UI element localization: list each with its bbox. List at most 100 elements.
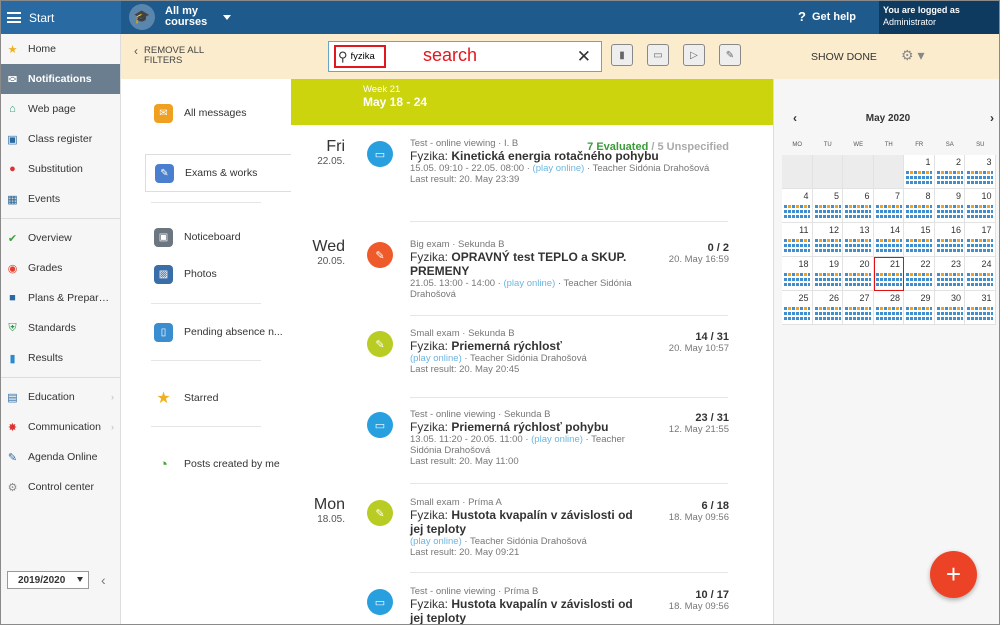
person-icon: ● — [9, 163, 16, 175]
sidebar-item-plans[interactable]: ■ Plans & Prepar… — [1, 283, 120, 313]
calendar-day[interactable]: 5 — [812, 189, 843, 223]
day-number: 13 — [859, 225, 870, 235]
type-starred[interactable]: ★ Starred — [121, 380, 291, 416]
calendar-day[interactable]: 19 — [812, 257, 843, 291]
calendar-day[interactable]: 3 — [965, 155, 996, 189]
add-button[interactable]: + — [930, 551, 977, 598]
board-icon[interactable]: ▭ — [647, 44, 669, 66]
event-marker — [967, 249, 993, 252]
calendar-day[interactable]: 26 — [812, 291, 843, 325]
divider — [151, 360, 261, 361]
calendar-day[interactable]: 15 — [904, 223, 935, 257]
user-info[interactable]: You are logged as Administrator — [879, 1, 999, 34]
calendar-day[interactable]: 10 — [965, 189, 996, 223]
presentation-icon[interactable]: ▷ — [683, 44, 705, 66]
type-noticeboard[interactable]: ▣ Noticeboard — [121, 219, 291, 255]
event-marker — [845, 273, 871, 276]
sidebar-item-substitution[interactable]: ● Substitution — [1, 154, 120, 184]
event-marker — [845, 283, 871, 286]
sidebar-item-web-page[interactable]: ⌂ Web page — [1, 94, 120, 124]
show-done-button[interactable]: SHOW DONE — [811, 51, 877, 63]
calendar-day[interactable]: 1 — [904, 155, 935, 189]
calendar-day[interactable]: 22 — [904, 257, 935, 291]
type-pending-absence[interactable]: ▯ Pending absence n... — [121, 314, 291, 350]
search-input[interactable] — [350, 51, 379, 62]
calendar-day[interactable]: 9 — [934, 189, 965, 223]
photo-icon: ▨ — [154, 264, 173, 284]
sidebar-item-agenda-online[interactable]: ✎ Agenda Online — [1, 442, 120, 472]
sidebar-divider — [1, 377, 120, 378]
play-online-link[interactable]: (play online) — [410, 353, 462, 364]
day-number: 10 — [981, 191, 992, 201]
event-marker — [906, 317, 932, 320]
divider — [410, 397, 728, 398]
notes-icon[interactable]: ✎ — [719, 44, 741, 66]
score-date: 18. May 09:56 — [668, 601, 729, 612]
calendar-day[interactable]: 21 — [873, 257, 904, 291]
calendar-day[interactable]: 25 — [782, 291, 813, 325]
sidebar-item-notifications[interactable]: ✉ Notifications — [1, 64, 120, 94]
get-help-button[interactable]: ? Get help — [798, 9, 856, 24]
star-icon: ★ — [7, 43, 18, 56]
subject: Fyzika: — [410, 339, 449, 353]
calendar-day[interactable]: 17 — [965, 223, 996, 257]
event-marker — [936, 283, 963, 286]
sidebar-item-home[interactable]: ★ Home — [1, 34, 120, 64]
event-marker — [936, 273, 963, 276]
collapse-sidebar-icon[interactable]: ‹ — [101, 572, 106, 588]
sidebar-item-results[interactable]: ▮ Results — [1, 343, 120, 373]
type-posts-created[interactable]: ◔ Posts created by me — [121, 446, 291, 482]
type-photos[interactable]: ▨ Photos — [121, 255, 291, 293]
sidebar-item-class-register[interactable]: ▣ Class register — [1, 124, 120, 154]
sidebar-item-grades[interactable]: ◉ Grades — [1, 253, 120, 283]
calendar-day[interactable]: 7 — [873, 189, 904, 223]
calendar-day[interactable]: 11 — [782, 223, 813, 257]
bar-chart-icon: ▮ — [9, 352, 16, 365]
calendar-day[interactable]: 4 — [782, 189, 813, 223]
school-year-select[interactable]: 2019/2020 — [7, 571, 89, 589]
start-menu-button[interactable]: Start — [1, 1, 121, 34]
type-exams-works[interactable]: ✎ Exams & works — [145, 154, 291, 192]
calendar-day[interactable]: 28 — [873, 291, 904, 325]
calendar-day[interactable]: 13 — [843, 223, 874, 257]
message-title: Fyzika: Hustota kvapalín v závislosti od… — [410, 597, 645, 624]
calendar-day[interactable]: 20 — [843, 257, 874, 291]
sidebar-item-standards[interactable]: ⛨ Standards — [1, 313, 120, 343]
type-all-messages[interactable]: ✉ All messages — [121, 95, 291, 131]
play-online-link[interactable]: (play online) — [410, 536, 462, 547]
remove-all-filters-button[interactable]: ‹ REMOVE ALL FILTERS — [134, 45, 204, 66]
calendar-day[interactable]: 6 — [843, 189, 874, 223]
calendar-day[interactable]: 16 — [934, 223, 965, 257]
calendar-day[interactable]: 24 — [965, 257, 996, 291]
calendar-day[interactable]: 12 — [812, 223, 843, 257]
sidebar-item-events[interactable]: ▦ Events — [1, 184, 120, 214]
settings-gear-icon[interactable]: ⚙ ▾ — [901, 47, 924, 64]
event-marker — [967, 273, 993, 276]
calendar-day[interactable]: 29 — [904, 291, 935, 325]
play-online-link[interactable]: (play online) — [531, 434, 583, 445]
next-month-icon[interactable]: › — [990, 111, 994, 125]
pen-icon: ✎ — [7, 451, 18, 464]
calendar-day[interactable]: 2 — [934, 155, 965, 189]
type-label: Photos — [184, 268, 217, 280]
sidebar-item-control-center[interactable]: ⚙ Control center — [1, 472, 120, 502]
sidebar-item-education[interactable]: ▤ Education › — [1, 382, 120, 412]
event-markers — [784, 239, 810, 254]
calendar-day[interactable]: 23 — [934, 257, 965, 291]
calendar-day[interactable]: 27 — [843, 291, 874, 325]
sidebar-item-communication[interactable]: ✸ Communication › — [1, 412, 120, 442]
calendar-day[interactable]: 8 — [904, 189, 935, 223]
calendar-day[interactable]: 30 — [934, 291, 965, 325]
sidebar-item-overview[interactable]: ✔ Overview — [1, 223, 120, 253]
event-marker — [967, 176, 993, 179]
calendar-day[interactable]: 18 — [782, 257, 813, 291]
calendar-day[interactable]: 31 — [965, 291, 996, 325]
event-markers — [784, 205, 810, 220]
event-markers — [967, 307, 993, 322]
clear-search-icon[interactable]: ✕ — [577, 47, 591, 67]
play-online-link[interactable]: (play online) — [503, 278, 555, 289]
play-online-link[interactable]: (play online) — [533, 163, 585, 174]
calendar-day[interactable]: 14 — [873, 223, 904, 257]
courses-selector[interactable]: 🎓 All my courses — [129, 4, 231, 30]
backpack-icon[interactable]: ▮ — [611, 44, 633, 66]
